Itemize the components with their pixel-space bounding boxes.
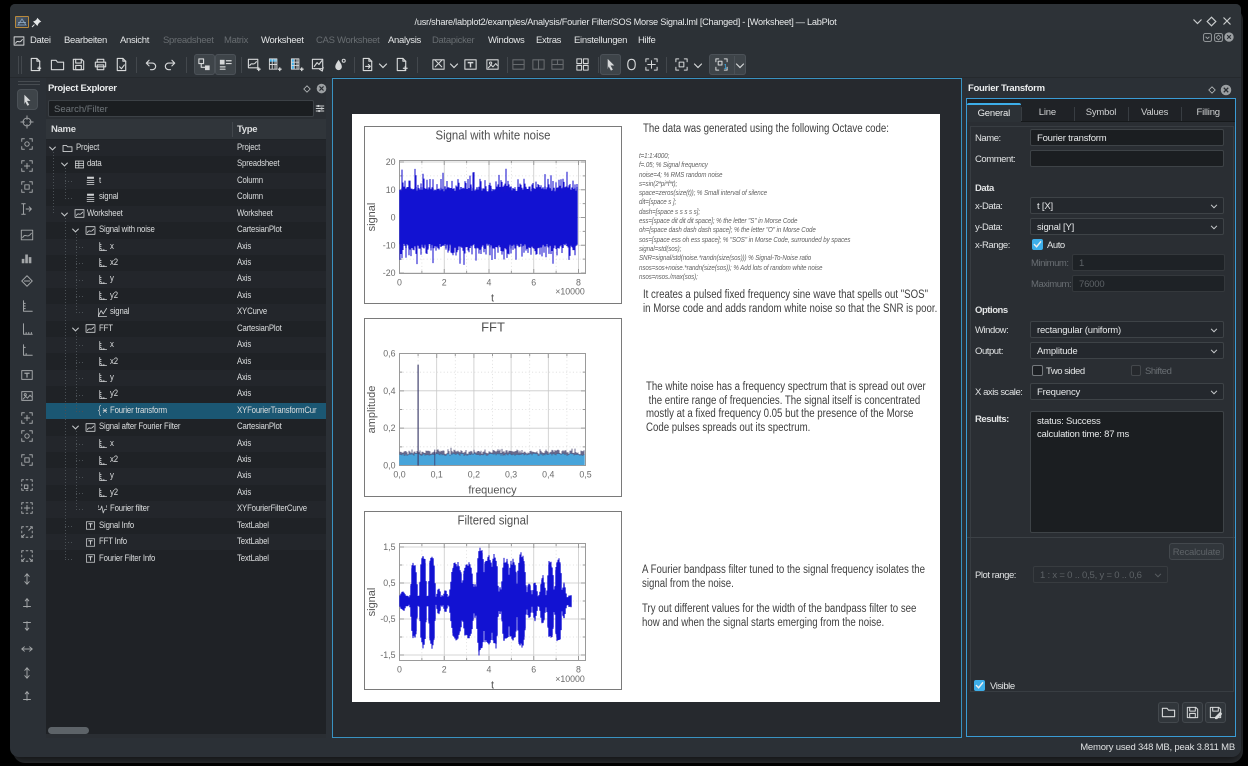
svg-text:-10: -10 bbox=[383, 240, 396, 250]
svg-text:2: 2 bbox=[442, 278, 447, 288]
svg-text:amplitude: amplitude bbox=[366, 386, 378, 434]
svg-text:0,3: 0,3 bbox=[505, 470, 517, 480]
svg-text:0,5: 0,5 bbox=[383, 578, 395, 588]
svg-text:0,4: 0,4 bbox=[542, 470, 554, 480]
svg-text:20: 20 bbox=[386, 157, 396, 167]
svg-text:0,6: 0,6 bbox=[383, 349, 395, 359]
svg-text:t: t bbox=[491, 680, 494, 691]
svg-text:10: 10 bbox=[386, 185, 396, 195]
svg-text:Filtered signal: Filtered signal bbox=[458, 513, 529, 528]
svg-text:-0,5: -0,5 bbox=[380, 614, 395, 624]
svg-text:signal: signal bbox=[366, 203, 378, 232]
svg-text:×10000: ×10000 bbox=[555, 287, 585, 297]
svg-text:8: 8 bbox=[576, 665, 581, 675]
svg-text:1: 1 bbox=[723, 62, 727, 71]
svg-text:0,5: 0,5 bbox=[579, 470, 591, 480]
svg-text:0,1: 0,1 bbox=[431, 470, 443, 480]
svg-text:Signal with white noise: Signal with white noise bbox=[436, 128, 551, 143]
svg-text:4: 4 bbox=[487, 278, 492, 288]
svg-text:0,4: 0,4 bbox=[383, 386, 395, 396]
svg-text:0,2: 0,2 bbox=[468, 470, 480, 480]
svg-text:6: 6 bbox=[531, 665, 536, 675]
svg-text:0: 0 bbox=[397, 665, 402, 675]
svg-text:0,2: 0,2 bbox=[383, 423, 395, 433]
svg-text:0: 0 bbox=[391, 213, 396, 223]
svg-text:FFT: FFT bbox=[481, 320, 505, 335]
svg-text:4: 4 bbox=[487, 665, 492, 675]
svg-text:1,5: 1,5 bbox=[383, 542, 395, 552]
svg-text:t: t bbox=[491, 293, 494, 305]
svg-text:0: 0 bbox=[397, 278, 402, 288]
svg-text:6: 6 bbox=[531, 278, 536, 288]
svg-text:signal: signal bbox=[366, 588, 378, 617]
svg-text:0,0: 0,0 bbox=[393, 470, 405, 480]
svg-text:-20: -20 bbox=[383, 268, 396, 278]
svg-text:frequency: frequency bbox=[468, 485, 517, 497]
svg-text:×10000: ×10000 bbox=[555, 674, 585, 684]
svg-text:2: 2 bbox=[442, 665, 447, 675]
svg-text:-1,5: -1,5 bbox=[380, 650, 395, 660]
svg-text:0,0: 0,0 bbox=[383, 461, 395, 471]
